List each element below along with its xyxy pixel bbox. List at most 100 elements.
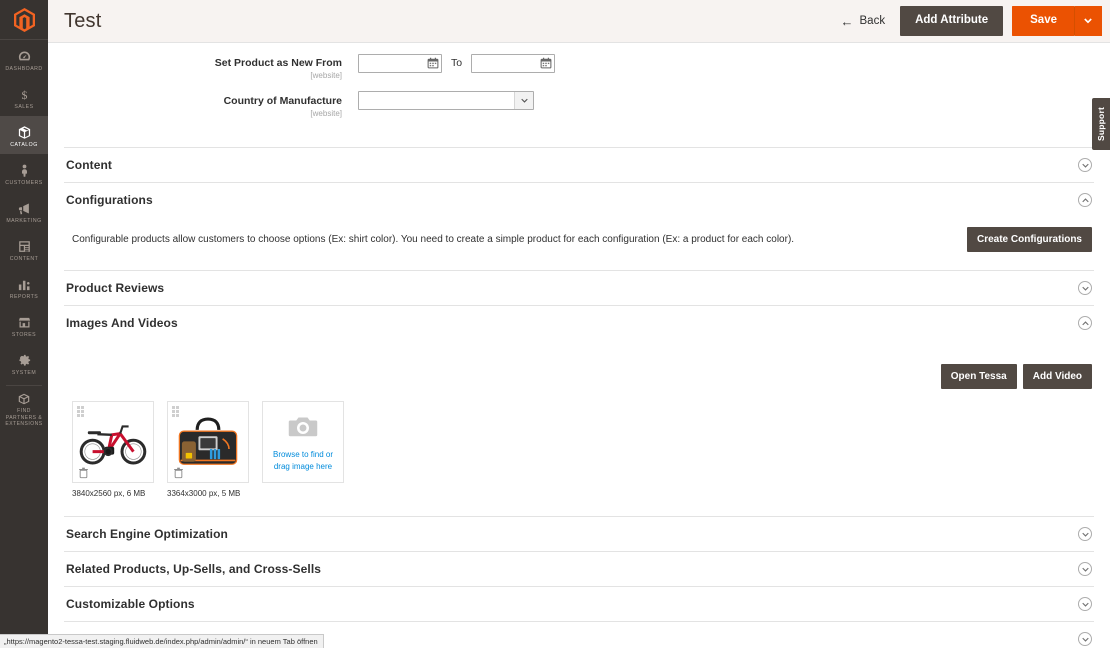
thumbnail-caption: 3364x3000 px, 5 MB <box>167 489 249 498</box>
gallery-actions: Open Tessa Add Video <box>66 364 1092 389</box>
support-tab[interactable]: Support <box>1092 98 1110 150</box>
bag-thumbnail[interactable] <box>167 401 249 483</box>
chevron-down-icon[interactable] <box>1078 158 1092 172</box>
calendar-icon <box>427 57 439 69</box>
section-search-engine-optimization: Search Engine Optimization <box>64 516 1094 551</box>
image-gallery: 3840x2560 px, 6 MB <box>66 401 1092 498</box>
upload-text-line1: Browse to find or <box>273 450 333 459</box>
section-title: Related Products, Up-Sells, and Cross-Se… <box>66 562 321 576</box>
open-tessa-button[interactable]: Open Tessa <box>941 364 1017 389</box>
section-configurations: Configurations Configurable products all… <box>64 182 1094 270</box>
section-header-related-products[interactable]: Related Products, Up-Sells, and Cross-Se… <box>64 552 1094 586</box>
country-select-wrap <box>358 91 534 110</box>
sidebar-item-stores[interactable]: STORES <box>0 306 48 344</box>
sidebar-item-label: REPORTS <box>10 294 38 301</box>
upload-placeholder-text: Browse to find or drag image here <box>273 449 333 473</box>
sidebar-item-dashboard[interactable]: DASHBOARD <box>0 40 48 78</box>
set-product-as-new-label: Set Product as New From [website] <box>48 53 358 81</box>
section-header-content[interactable]: Content <box>64 148 1094 182</box>
to-calendar-button[interactable] <box>538 55 553 70</box>
camera-icon <box>288 415 318 443</box>
back-button[interactable]: ← Back <box>835 10 892 33</box>
set-product-as-new-row: Set Product as New From [website] <box>48 53 1110 81</box>
section-header-search-engine-optimization[interactable]: Search Engine Optimization <box>64 517 1094 551</box>
save-split-button: Save <box>1012 6 1102 36</box>
section-related-products: Related Products, Up-Sells, and Cross-Se… <box>64 551 1094 586</box>
section-customizable-options: Customizable Options <box>64 586 1094 621</box>
arrow-left-icon: ← <box>841 15 854 28</box>
sidebar-divider <box>6 385 42 386</box>
chevron-down-icon[interactable] <box>1078 527 1092 541</box>
configurations-description: Configurable products allow customers to… <box>66 227 947 248</box>
section-title: Content <box>66 158 112 172</box>
new-from-input-wrap <box>358 53 442 73</box>
add-attribute-button[interactable]: Add Attribute <box>900 6 1003 36</box>
sidebar-item-find-partners[interactable]: FIND PARTNERS & EXTENSIONS <box>0 389 48 427</box>
image-upload-placeholder[interactable]: Browse to find or drag image here <box>262 401 344 483</box>
page-header: Test ← Back Add Attribute Save <box>48 0 1110 43</box>
create-configurations-button[interactable]: Create Configurations <box>967 227 1092 252</box>
sidebar-item-marketing[interactable]: MARKETING <box>0 192 48 230</box>
sidebar-item-label: CATALOG <box>10 142 38 149</box>
chevron-down-icon[interactable] <box>514 92 533 109</box>
gallery-item: 3364x3000 px, 5 MB <box>167 401 249 498</box>
sidebar-item-catalog[interactable]: CATALOG <box>0 116 48 154</box>
section-header-customizable-options[interactable]: Customizable Options <box>64 587 1094 621</box>
magento-logo-icon <box>14 8 35 32</box>
create-configurations-wrap: Create Configurations <box>947 227 1092 252</box>
section-header-product-reviews[interactable]: Product Reviews <box>64 271 1094 305</box>
main-content: Test ← Back Add Attribute Save <box>48 0 1110 648</box>
catalog-icon <box>17 125 32 140</box>
chevron-up-icon[interactable] <box>1078 193 1092 207</box>
to-label: To <box>442 53 471 69</box>
country-of-manufacture-label: Country of Manufacture [website] <box>48 91 358 119</box>
gallery-item: 3840x2560 px, 6 MB <box>72 401 154 498</box>
chevron-down-icon <box>1084 18 1092 24</box>
save-options-toggle[interactable] <box>1075 6 1102 36</box>
drag-handle-icon[interactable] <box>77 406 85 416</box>
chevron-down-icon[interactable] <box>1078 632 1092 646</box>
section-header-configurations[interactable]: Configurations <box>64 183 1094 217</box>
add-video-button[interactable]: Add Video <box>1023 364 1092 389</box>
section-title: Configurations <box>66 193 153 207</box>
marketing-icon <box>17 201 32 216</box>
drag-handle-icon[interactable] <box>172 406 180 416</box>
product-attribute-form: Set Product as New From [website] <box>48 43 1110 137</box>
sidebar-item-sales[interactable]: $ SALES <box>0 78 48 116</box>
browser-status-bar: „https://magento2-tessa-test.staging.flu… <box>0 634 324 648</box>
section-body-images-and-videos: Open Tessa Add Video <box>64 340 1094 516</box>
support-tab-label: Support <box>1096 107 1106 141</box>
sidebar-item-customers[interactable]: CUSTOMERS <box>0 154 48 192</box>
reports-icon <box>17 277 32 292</box>
chevron-down-icon[interactable] <box>1078 281 1092 295</box>
upload-text-line2: drag image here <box>274 462 332 471</box>
thumbnail-caption: 3840x2560 px, 6 MB <box>72 489 154 498</box>
section-header-images-and-videos[interactable]: Images And Videos <box>64 306 1094 340</box>
sidebar-item-system[interactable]: SYSTEM <box>0 344 48 382</box>
sidebar-item-content[interactable]: CONTENT <box>0 230 48 268</box>
chevron-down-icon[interactable] <box>1078 562 1092 576</box>
page-title: Test <box>64 10 101 33</box>
field-scope-note: [website] <box>48 109 342 119</box>
trash-icon[interactable] <box>173 466 184 478</box>
calendar-icon <box>540 57 552 69</box>
gallery-upload-slot: Browse to find or drag image here <box>262 401 344 483</box>
content-area: Set Product as New From [website] <box>48 43 1110 648</box>
section-title: Customizable Options <box>66 597 195 611</box>
save-button[interactable]: Save <box>1012 6 1075 36</box>
bicycle-thumbnail[interactable] <box>72 401 154 483</box>
trash-icon[interactable] <box>78 466 89 478</box>
new-from-calendar-button[interactable] <box>425 55 440 70</box>
chevron-up-icon[interactable] <box>1078 316 1092 330</box>
partners-icon <box>17 392 31 406</box>
back-button-label: Back <box>860 15 886 27</box>
sidebar-item-label: SALES <box>14 104 33 111</box>
field-label-text: Country of Manufacture <box>224 95 342 107</box>
country-select[interactable] <box>358 91 534 110</box>
customers-icon <box>17 163 32 178</box>
stores-icon <box>17 315 32 330</box>
chevron-down-icon[interactable] <box>1078 597 1092 611</box>
sidebar-item-reports[interactable]: REPORTS <box>0 268 48 306</box>
magento-logo[interactable] <box>0 0 48 40</box>
system-icon <box>17 353 32 368</box>
